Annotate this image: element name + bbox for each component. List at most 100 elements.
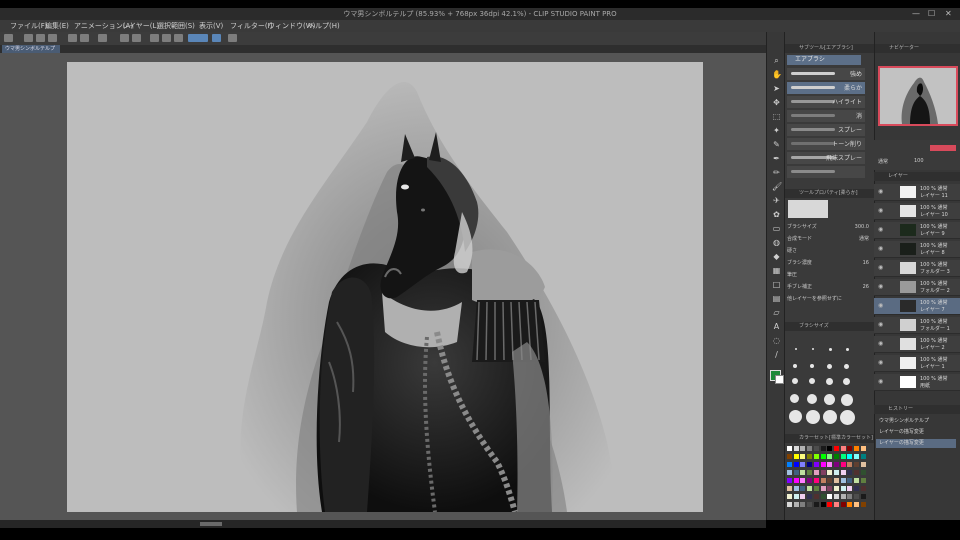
snap-ruler-icon[interactable] xyxy=(188,34,208,42)
layer-row[interactable]: ◉ 100 % 通常 レイヤー 11 xyxy=(874,184,960,201)
color-swatch[interactable] xyxy=(793,470,799,475)
size-dot[interactable] xyxy=(789,410,802,423)
size-dot[interactable] xyxy=(806,410,820,424)
layer-name[interactable]: レイヤー 2 xyxy=(920,344,945,351)
color-swatch[interactable] xyxy=(827,494,833,499)
layer-row[interactable]: ◉ 100 % 通常 レイヤー 1 xyxy=(874,355,960,372)
layer-name[interactable]: レイヤー 10 xyxy=(920,211,948,218)
color-swatch[interactable] xyxy=(847,494,853,499)
color-swatch[interactable] xyxy=(833,454,839,459)
brush-item[interactable]: 消 xyxy=(787,110,865,122)
color-swatch[interactable] xyxy=(827,454,833,459)
transform-icon[interactable] xyxy=(132,34,141,42)
color-swatch[interactable] xyxy=(793,462,799,467)
brush-icon[interactable]: 🖌 xyxy=(772,182,782,191)
color-swatch[interactable] xyxy=(833,478,839,483)
color-swatch[interactable] xyxy=(847,454,853,459)
layer-row[interactable]: ◉ 100 % 通常 レイヤー 10 xyxy=(874,203,960,220)
color-swatch[interactable] xyxy=(787,470,792,475)
subtool-group-tab[interactable]: エアブラシ xyxy=(787,55,861,65)
color-swatch[interactable] xyxy=(793,446,799,451)
size-dot[interactable] xyxy=(843,378,850,385)
size-dot[interactable] xyxy=(841,394,853,406)
size-dot[interactable] xyxy=(827,364,832,369)
color-swatch[interactable] xyxy=(854,478,859,483)
blend-mode-row[interactable]: 合成モード 通常 xyxy=(787,234,871,244)
color-swatch[interactable] xyxy=(840,446,846,451)
brush-item[interactable]: スプレー xyxy=(787,124,865,136)
color-swatch[interactable] xyxy=(807,502,813,507)
brush-item[interactable]: ハイライト xyxy=(787,96,865,108)
color-swatch[interactable] xyxy=(793,486,799,491)
hand-icon[interactable]: ✋ xyxy=(772,70,782,79)
size-dot[interactable] xyxy=(790,394,799,403)
eye-icon[interactable]: ◉ xyxy=(878,226,883,233)
history-item[interactable]: レイヤーの描写変更 xyxy=(876,428,956,437)
size-dot[interactable] xyxy=(829,348,832,351)
invert-selection-icon[interactable] xyxy=(162,34,171,42)
brush-item[interactable]: 柔らか xyxy=(787,82,865,94)
eye-icon[interactable]: ◉ xyxy=(878,302,883,309)
color-swatch[interactable] xyxy=(854,446,859,451)
sub-color-swatch[interactable] xyxy=(775,375,784,384)
color-swatch[interactable] xyxy=(854,486,859,491)
ruler-icon[interactable]: ▱ xyxy=(772,308,781,317)
correct-line-icon[interactable]: ∕ xyxy=(772,350,781,359)
brush-density-row[interactable]: ブラシ濃度 16 xyxy=(787,258,871,268)
color-swatch[interactable] xyxy=(813,486,819,491)
color-swatch[interactable] xyxy=(820,494,826,499)
menu-help[interactable]: ヘルプ(H) xyxy=(308,21,340,31)
hardness-row[interactable]: 硬さ xyxy=(787,246,871,256)
color-swatch[interactable] xyxy=(860,446,866,451)
brush-size-row[interactable]: ブラシサイズ 300.0 xyxy=(787,222,871,232)
deselect-icon[interactable] xyxy=(150,34,159,42)
color-swatch[interactable] xyxy=(787,446,792,451)
minimize-button[interactable]: — xyxy=(912,9,920,18)
color-swatch[interactable] xyxy=(807,446,813,451)
color-swatch[interactable] xyxy=(847,486,853,491)
frame-icon[interactable]: ▤ xyxy=(772,294,781,303)
color-swatch[interactable] xyxy=(787,502,792,507)
color-swatch[interactable] xyxy=(813,494,819,499)
blend-icon[interactable]: ◍ xyxy=(772,238,781,247)
color-swatch[interactable] xyxy=(833,494,839,499)
color-swatch[interactable] xyxy=(860,454,866,459)
color-swatch[interactable] xyxy=(847,462,853,467)
layer-name[interactable]: レイヤー 8 xyxy=(920,249,945,256)
color-swatch[interactable] xyxy=(840,462,846,467)
color-swatch[interactable] xyxy=(800,454,806,459)
eye-icon[interactable]: ◉ xyxy=(878,378,883,385)
size-dot[interactable] xyxy=(840,410,855,425)
color-swatch[interactable] xyxy=(800,502,806,507)
new-file-icon[interactable] xyxy=(4,34,13,42)
color-swatch[interactable] xyxy=(854,462,859,467)
color-swatch[interactable] xyxy=(827,462,833,467)
eye-icon[interactable]: ◉ xyxy=(878,245,883,252)
color-swatch[interactable] xyxy=(854,502,859,507)
menu-filter[interactable]: フィルター(I) xyxy=(230,21,272,31)
color-swatch[interactable] xyxy=(813,502,819,507)
color-swatch[interactable] xyxy=(847,446,853,451)
history-item-selected[interactable]: レイヤーの描写変更 xyxy=(876,439,956,448)
layer-row[interactable]: ◉ 100 % 通常 レイヤー 8 xyxy=(874,241,960,258)
redo-icon[interactable] xyxy=(80,34,89,42)
color-swatch[interactable] xyxy=(860,478,866,483)
color-swatch[interactable] xyxy=(807,494,813,499)
eye-icon[interactable]: ◉ xyxy=(878,321,883,328)
menu-edit[interactable]: 編集(E) xyxy=(45,21,69,31)
layer-row[interactable]: ◉ 100 % 通常 レイヤー 9 xyxy=(874,222,960,239)
menu-file[interactable]: ファイル(F) xyxy=(10,21,48,31)
color-swatch[interactable] xyxy=(787,486,792,491)
color-swatch[interactable] xyxy=(833,502,839,507)
layer-name[interactable]: レイヤー 11 xyxy=(920,192,948,199)
color-swatch[interactable] xyxy=(800,478,806,483)
color-swatch[interactable] xyxy=(840,470,846,475)
layer-blend-mode[interactable]: 通常 xyxy=(878,158,888,165)
size-dot[interactable] xyxy=(795,348,797,350)
color-swatch[interactable] xyxy=(854,494,859,499)
color-swatch[interactable] xyxy=(847,502,853,507)
color-swatch[interactable] xyxy=(860,494,866,499)
layer-name[interactable]: フォルダー 2 xyxy=(920,287,950,294)
layer-row[interactable]: ◉ 100 % 通常 用紙 xyxy=(874,374,960,391)
layer-name[interactable]: 用紙 xyxy=(920,382,930,389)
